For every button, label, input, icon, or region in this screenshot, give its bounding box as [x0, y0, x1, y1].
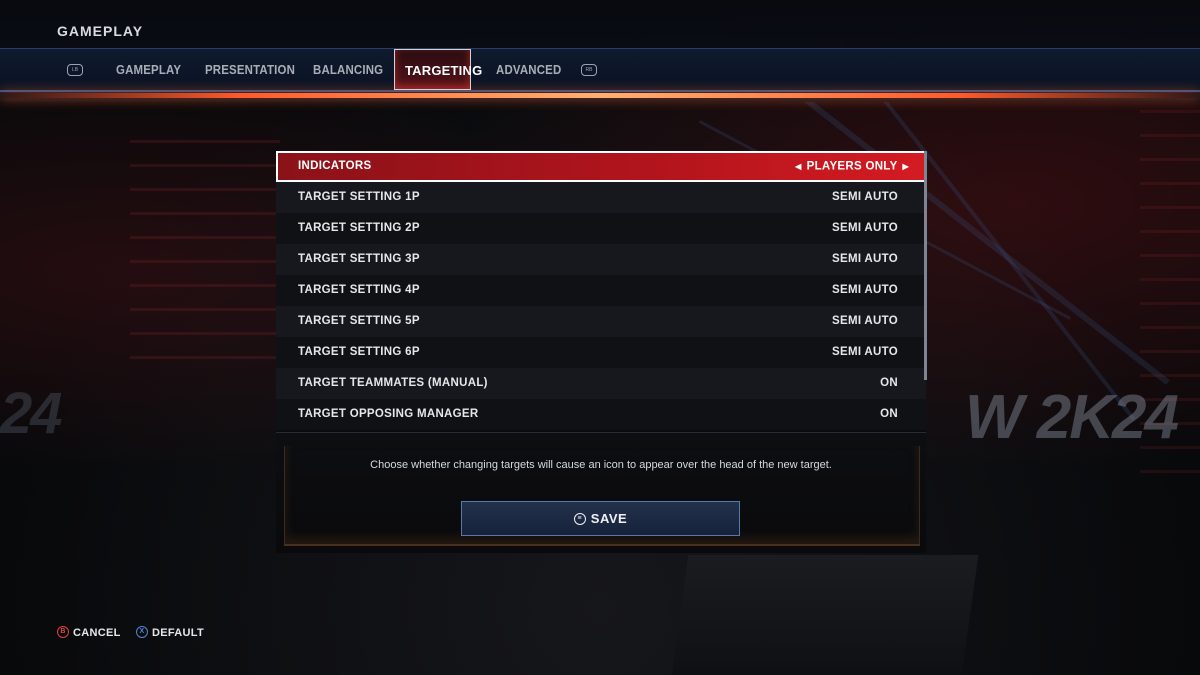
right-bumper-icon[interactable]: RB: [581, 64, 597, 76]
tab-presentation[interactable]: PRESENTATION: [205, 49, 295, 90]
setting-row-indicators[interactable]: INDICATORS ◀ PLAYERS ONLY ▶: [276, 151, 926, 182]
stage-truss: [130, 140, 280, 370]
setting-label: TARGET SETTING 4P: [298, 284, 420, 296]
tab-targeting[interactable]: TARGETING: [394, 49, 482, 90]
default-hint[interactable]: X DEFAULT: [136, 626, 205, 639]
scrollbar[interactable]: [924, 151, 927, 380]
setting-value: SEMI AUTO: [832, 222, 898, 234]
cancel-label: CANCEL: [73, 627, 121, 639]
circle-b-icon: B: [57, 626, 69, 639]
setting-label: TARGET OPPOSING MANAGER: [298, 408, 479, 420]
setting-row-target-opposing-manager[interactable]: TARGET OPPOSING MANAGER ON: [276, 399, 926, 430]
setting-value: SEMI AUTO: [832, 346, 898, 358]
setting-value: ON: [880, 408, 898, 420]
setting-label: TARGET SETTING 6P: [298, 346, 420, 358]
setting-row-target-setting-6p[interactable]: TARGET SETTING 6P SEMI AUTO: [276, 337, 926, 368]
setting-row-target-setting-3p[interactable]: TARGET SETTING 3P SEMI AUTO: [276, 244, 926, 275]
setting-label: INDICATORS: [298, 160, 372, 172]
left-bumper-icon[interactable]: LB: [67, 64, 83, 76]
tab-bar-divider: [0, 90, 1200, 92]
tab-balancing[interactable]: BALANCING: [313, 49, 383, 90]
setting-value-text: PLAYERS ONLY: [806, 160, 898, 173]
setting-label: TARGET SETTING 2P: [298, 222, 420, 234]
background-logo-right: W 2K24: [965, 383, 1179, 452]
tab-bar-glow: [0, 93, 1200, 98]
cancel-hint[interactable]: B CANCEL: [57, 626, 121, 639]
setting-label: TARGET SETTING 1P: [298, 191, 420, 203]
default-label: DEFAULT: [152, 627, 205, 639]
setting-label: TARGET SETTING 3P: [298, 253, 420, 265]
setting-label: TARGET TEAMMATES (MANUAL): [298, 377, 488, 389]
setting-row-target-setting-4p[interactable]: TARGET SETTING 4P SEMI AUTO: [276, 275, 926, 306]
setting-value: SEMI AUTO: [832, 191, 898, 203]
tab-gameplay[interactable]: GAMEPLAY: [116, 49, 181, 90]
page-title: GAMEPLAY: [57, 23, 144, 39]
menu-button-icon: ≡: [573, 512, 586, 525]
setting-value: ON: [880, 377, 898, 389]
save-label: SAVE: [590, 511, 628, 526]
settings-list: INDICATORS ◀ PLAYERS ONLY ▶ TARGET SETTING…: [276, 151, 926, 430]
background-logo-left: 24: [0, 381, 62, 446]
save-button[interactable]: ≡ SAVE: [461, 501, 740, 536]
background-ring-step: [671, 555, 979, 675]
setting-row-target-setting-1p[interactable]: TARGET SETTING 1P SEMI AUTO: [276, 182, 926, 213]
setting-value: SEMI AUTO: [832, 284, 898, 296]
setting-label: TARGET SETTING 5P: [298, 315, 420, 327]
setting-row-target-teammates[interactable]: TARGET TEAMMATES (MANUAL) ON: [276, 368, 926, 399]
setting-row-target-setting-5p[interactable]: TARGET SETTING 5P SEMI AUTO: [276, 306, 926, 337]
triangle-right-icon[interactable]: ▶: [898, 153, 914, 180]
tab-advanced[interactable]: ADVANCED: [496, 49, 561, 90]
setting-value: SEMI AUTO: [832, 315, 898, 327]
circle-x-icon: X: [136, 626, 148, 639]
triangle-left-icon[interactable]: ◀: [790, 153, 806, 180]
setting-row-target-setting-2p[interactable]: TARGET SETTING 2P SEMI AUTO: [276, 213, 926, 244]
setting-value: SEMI AUTO: [832, 253, 898, 265]
setting-description: Choose whether changing targets will cau…: [370, 459, 832, 471]
setting-value[interactable]: ◀ PLAYERS ONLY ▶: [790, 153, 914, 181]
